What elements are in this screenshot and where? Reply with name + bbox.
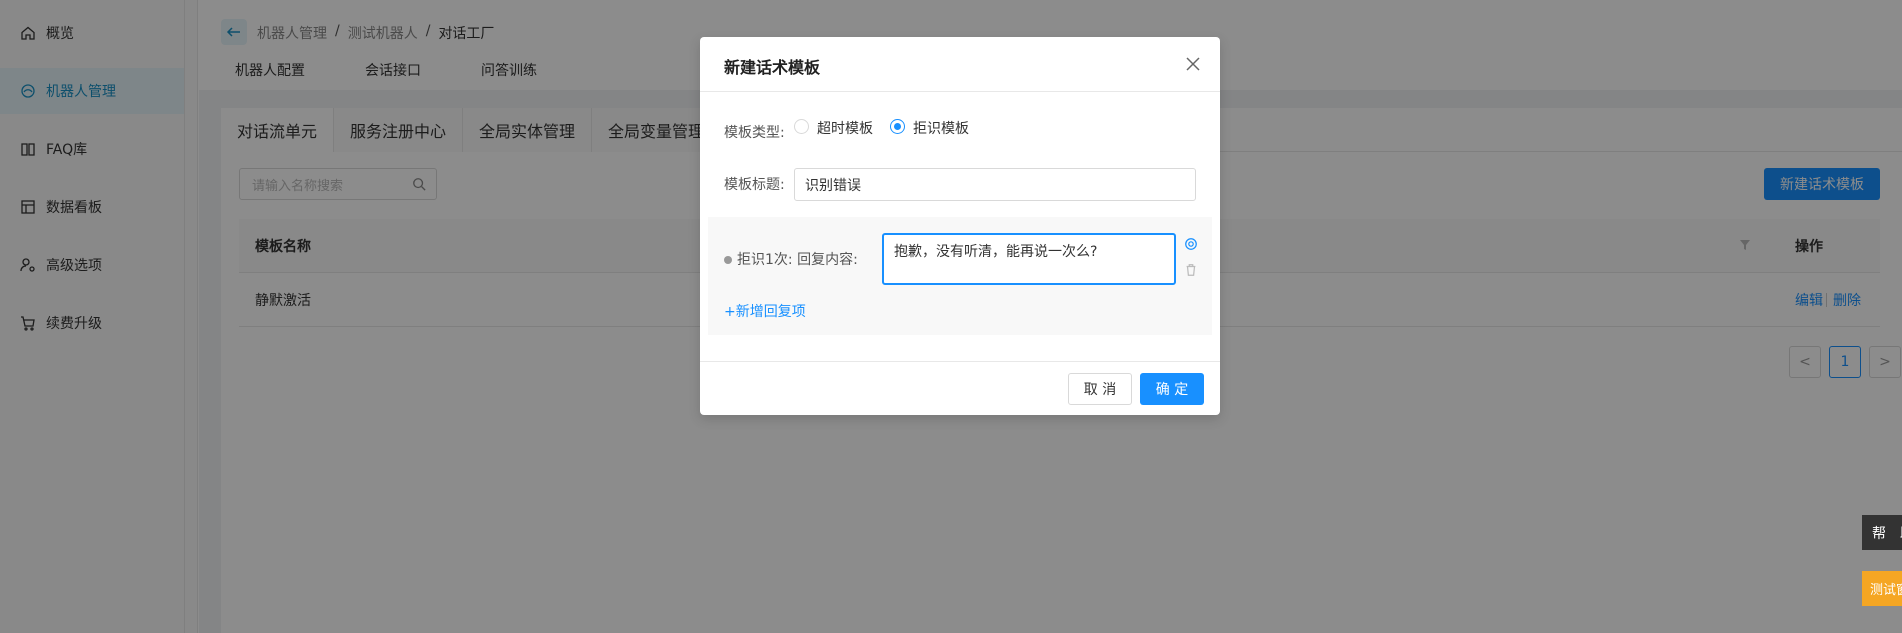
trash-icon[interactable] [1184,263,1198,277]
modal-footer: 取 消 确 定 [700,361,1220,415]
gear-icon[interactable] [1184,237,1198,251]
test-window-button[interactable]: 测试窗 [1862,571,1902,606]
add-reply-link[interactable]: +新增回复项 [724,301,806,321]
reply-dot [724,256,732,264]
confirm-button[interactable]: 确 定 [1140,373,1204,405]
radio-reject[interactable] [890,119,905,134]
close-icon[interactable] [1184,55,1202,73]
radio-timeout-label[interactable]: 超时模板 [817,118,873,138]
modal-title: 新建话术模板 [724,58,821,77]
template-title-label: 模板标题: [724,177,785,193]
reply-label: 拒识1次: 回复内容: [737,252,858,268]
reply-panel: 拒识1次: 回复内容: 抱歉，没有听清，能再说一次么? +新增回复项 [708,217,1212,335]
modal-header: 新建话术模板 [700,37,1220,92]
template-type-label: 模板类型: [724,125,785,141]
radio-timeout[interactable] [794,119,809,134]
help-button[interactable]: 帮助 [1862,515,1902,550]
cancel-button[interactable]: 取 消 [1068,373,1132,405]
reply-content-textarea[interactable]: 抱歉，没有听清，能再说一次么? [882,233,1176,285]
radio-reject-label[interactable]: 拒识模板 [913,118,969,138]
template-title-input[interactable]: 识别错误 [794,168,1196,201]
new-template-modal: 新建话术模板 模板类型: 超时模板 拒识模板 模板标题: 识别错误 拒识1次: … [700,37,1220,415]
